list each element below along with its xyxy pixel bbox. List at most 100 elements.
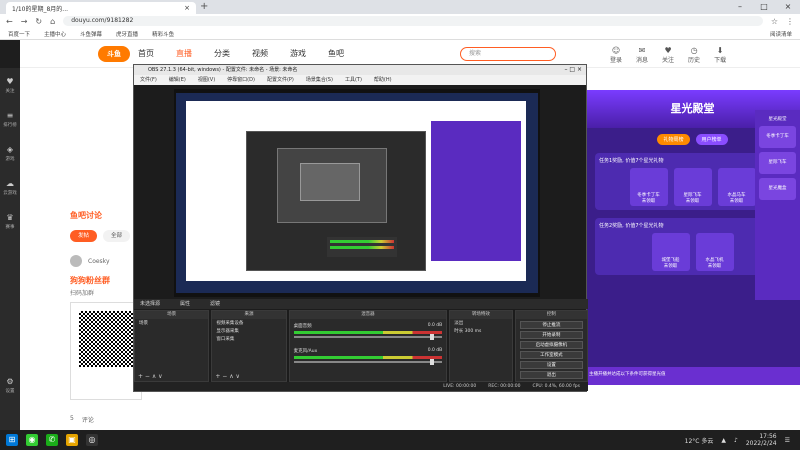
folder-icon[interactable]: ▣: [66, 434, 78, 446]
start-recording-button[interactable]: 开始录制: [519, 331, 583, 339]
promo-tab-gift[interactable]: 礼物周榜: [657, 134, 690, 145]
like-row: 5 评论: [70, 415, 94, 424]
side-promo-item[interactable]: 星际飞车: [759, 152, 796, 174]
obs-menu-profile[interactable]: 配置文件(P): [267, 75, 294, 85]
source-item[interactable]: 窗口采集: [212, 335, 285, 343]
sidebar-item-settings[interactable]: ⚙ 设置: [0, 368, 20, 402]
menu-icon[interactable]: ⋮: [786, 17, 794, 26]
sidebar-item-cloud-game[interactable]: ☁ 云游戏: [0, 170, 20, 204]
nav-live[interactable]: 直播: [176, 48, 192, 59]
bookmark-item[interactable]: 虎牙直播: [116, 30, 138, 38]
obs-preview[interactable]: [174, 89, 540, 297]
volume-slider[interactable]: [293, 359, 443, 365]
nav-game[interactable]: 游戏: [290, 48, 306, 59]
volume-icon[interactable]: ♪: [734, 437, 738, 444]
header-message[interactable]: ✉ 消息: [636, 46, 648, 64]
stop-streaming-button[interactable]: 停止推流: [519, 321, 583, 329]
promo-gift-item[interactable]: 水晶马车 未领取: [717, 168, 756, 206]
sidebar-item-events[interactable]: ♛ 赛事: [0, 204, 20, 238]
studio-mode-button[interactable]: 工作室模式: [519, 351, 583, 359]
promo-gift-item[interactable]: 城堡飞船 未领取: [651, 233, 690, 271]
weather[interactable]: 12°C 多云: [685, 436, 714, 445]
obs-menu-tools[interactable]: 工具(T): [345, 75, 362, 85]
obs-menu-help[interactable]: 帮助(H): [374, 75, 392, 85]
header-login[interactable]: ☺ 登录: [610, 46, 622, 64]
scenes-dock-controls[interactable]: + − ∧ ∨: [135, 373, 208, 381]
nav-category[interactable]: 分类: [214, 48, 230, 59]
like-count[interactable]: 5: [70, 415, 74, 424]
source-item[interactable]: 视频采集设备: [212, 319, 285, 327]
all-button[interactable]: 全部: [103, 230, 131, 242]
home-icon[interactable]: ⌂: [50, 17, 55, 26]
exit-button[interactable]: 退出: [519, 371, 583, 379]
search-input[interactable]: 搜索: [460, 47, 556, 61]
obs-menu-scene-collection[interactable]: 场景集合(S): [306, 75, 333, 85]
promo-gift-item[interactable]: 冬季卡丁车 未领取: [629, 168, 668, 206]
promo-tab-user[interactable]: 用户榜单: [695, 134, 728, 145]
obs-menu-file[interactable]: 文件(F): [140, 75, 157, 85]
transition-select[interactable]: 淡出: [450, 319, 511, 327]
avatar[interactable]: [70, 255, 82, 267]
back-icon[interactable]: ←: [6, 17, 13, 26]
sidebar-item-rank[interactable]: ≡ 排行榜: [0, 102, 20, 136]
scene-item[interactable]: 场景: [135, 319, 208, 327]
sources-dock: 来源 视频采集设备 显示器采集 窗口采集 + − ∧ ∨: [211, 310, 287, 382]
start-virtual-camera-button[interactable]: 启动虚拟摄像机: [519, 341, 583, 349]
bookmark-item[interactable]: 斗鱼弹幕: [80, 30, 102, 38]
sources-dock-controls[interactable]: + − ∧ ∨: [212, 373, 285, 381]
slider-handle[interactable]: [430, 359, 435, 365]
side-promo-item[interactable]: 星光魔盒: [759, 178, 796, 200]
new-tab-button[interactable]: +: [200, 1, 208, 12]
browser-tab-strip: 1/10的星期_8月的... × + – □ ×: [0, 0, 800, 14]
browser-tab[interactable]: 1/10的星期_8月的... ×: [6, 2, 196, 14]
obs-menu-docks[interactable]: 停靠窗口(D): [227, 75, 255, 85]
bookmark-item[interactable]: 主播中心: [44, 30, 66, 38]
header-download[interactable]: ⬇ 下载: [714, 46, 726, 64]
wechat-icon[interactable]: ✆: [46, 434, 58, 446]
chrome-icon[interactable]: ◉: [26, 434, 38, 446]
nav-home[interactable]: 首页: [138, 48, 154, 59]
obs-icon[interactable]: ◎: [86, 434, 98, 446]
start-icon[interactable]: ⊞: [6, 434, 18, 446]
reading-list[interactable]: 阅读清单: [770, 30, 792, 38]
comment-link[interactable]: 评论: [82, 415, 94, 424]
duration-field[interactable]: 时长 300 ms: [450, 327, 511, 335]
site-logo[interactable]: 斗鱼: [98, 46, 130, 62]
promo-gift-item[interactable]: 星际飞车 未领取: [673, 168, 712, 206]
maximize-icon[interactable]: □: [752, 0, 776, 14]
post-button[interactable]: 发帖: [70, 230, 98, 242]
slider-handle[interactable]: [430, 334, 435, 340]
nav-fishbar[interactable]: 鱼吧: [328, 48, 344, 59]
settings-button[interactable]: 设置: [519, 361, 583, 369]
url-input[interactable]: douyu.com/9181282: [63, 16, 763, 26]
obs-window-controls[interactable]: – □ ×: [564, 65, 582, 75]
sidebar-item-game[interactable]: ◈ 游戏: [0, 136, 20, 170]
filters-button[interactable]: 滤镜: [210, 299, 220, 309]
source-item[interactable]: 显示器采集: [212, 327, 285, 335]
sidebar-item-follow[interactable]: ♥ 关注: [0, 68, 20, 102]
header-follow[interactable]: ♥ 关注: [662, 46, 674, 64]
network-icon[interactable]: ▲: [721, 437, 726, 444]
fish-discussion-title: 鱼吧讨论: [70, 211, 102, 220]
audio-meter: [293, 331, 443, 334]
reload-icon[interactable]: ↻: [35, 17, 42, 26]
close-tab-icon[interactable]: ×: [184, 4, 190, 12]
header-history[interactable]: ◷ 历史: [688, 46, 700, 64]
volume-slider[interactable]: [293, 334, 443, 340]
obs-menu-view[interactable]: 视图(V): [198, 75, 215, 85]
promo-gift-item[interactable]: 水晶飞机 未领取: [695, 233, 734, 271]
minimize-icon[interactable]: –: [728, 0, 752, 14]
nav-video[interactable]: 视频: [252, 48, 268, 59]
obs-menu-edit[interactable]: 编辑(E): [169, 75, 186, 85]
side-promo-item[interactable]: 冬季卡丁车: [759, 126, 796, 148]
bookmark-item[interactable]: 精彩斗鱼: [152, 30, 174, 38]
bookmark-item[interactable]: 百度一下: [8, 30, 30, 38]
clock[interactable]: 17:56 2022/2/24: [746, 433, 777, 447]
rec-timer: REC: 00:00:00: [488, 384, 521, 389]
close-window-icon[interactable]: ×: [776, 0, 800, 14]
notification-icon[interactable]: ☰: [785, 437, 790, 444]
star-icon[interactable]: ☆: [771, 17, 778, 26]
forward-icon[interactable]: →: [21, 17, 28, 26]
username[interactable]: Coesky: [88, 258, 110, 265]
properties-button[interactable]: 属性: [180, 299, 190, 309]
